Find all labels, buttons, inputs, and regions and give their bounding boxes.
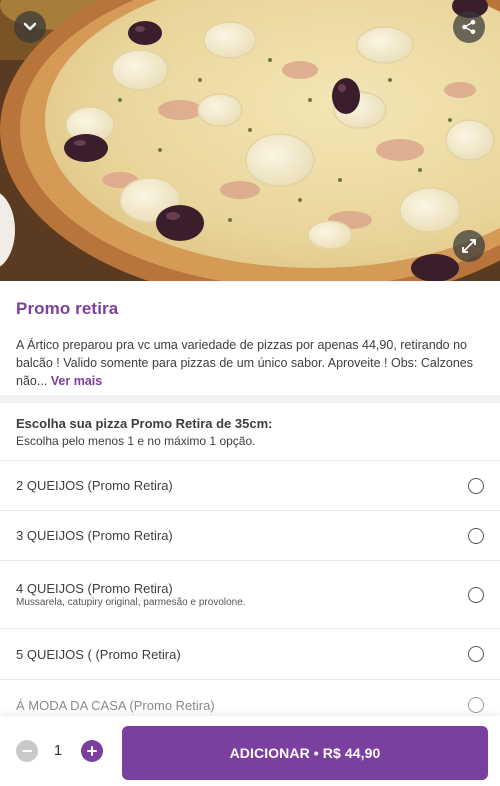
product-info: Promo retira A Ártico preparou pra vc um… (0, 281, 500, 395)
expand-image-button[interactable] (453, 230, 485, 262)
option-group-title: Escolha sua pizza Promo Retira de 35cm: (16, 416, 273, 431)
back-button[interactable] (14, 11, 46, 43)
option-text: 2 QUEIJOS (Promo Retira) (16, 478, 173, 493)
expand-icon (462, 239, 476, 253)
product-description: A Ártico preparou pra vc uma variedade d… (16, 336, 484, 390)
option-text: Á MODA DA CASA (Promo Retira) (16, 698, 215, 713)
option-group-subtitle: Escolha pelo menos 1 e no máximo 1 opção… (16, 434, 256, 448)
product-image (0, 0, 500, 281)
plus-icon (87, 746, 97, 756)
option-text: 4 QUEIJOS (Promo Retira) Mussarela, catu… (16, 581, 246, 608)
option-radio[interactable] (468, 527, 484, 544)
option-item-5-queijos[interactable]: 5 QUEIJOS ( (Promo Retira) (0, 629, 500, 680)
minus-icon (22, 750, 32, 752)
option-description: Mussarela, catupiry original, parmesão e… (16, 597, 246, 608)
option-radio[interactable] (468, 646, 484, 662)
option-item-4-queijos[interactable]: 4 QUEIJOS (Promo Retira) Mussarela, catu… (0, 561, 500, 629)
bottom-action-bar: 1 ADICIONAR • R$ 44,90 (0, 716, 500, 786)
pizza-illustration (0, 0, 500, 281)
option-name: Á MODA DA CASA (Promo Retira) (16, 697, 215, 713)
option-name: 5 QUEIJOS ( (Promo Retira) (16, 646, 181, 662)
quantity-increase-button[interactable] (81, 740, 103, 762)
option-name: 3 QUEIJOS (Promo Retira) (16, 528, 173, 543)
quantity-value: 1 (53, 742, 63, 759)
option-radio[interactable] (468, 586, 484, 603)
option-name: 4 QUEIJOS (Promo Retira) (16, 581, 173, 596)
share-icon (462, 19, 476, 35)
section-divider (0, 395, 500, 403)
option-item-3-queijos[interactable]: 3 QUEIJOS (Promo Retira) (0, 511, 500, 561)
option-radio[interactable] (468, 477, 484, 494)
option-group-header: Escolha sua pizza Promo Retira de 35cm: … (0, 403, 500, 461)
option-text: 3 QUEIJOS (Promo Retira) (16, 528, 173, 543)
quantity-decrease-button[interactable] (16, 740, 38, 762)
product-detail-page: Promo retira A Ártico preparou pra vc um… (0, 0, 500, 786)
option-name: 2 QUEIJOS (Promo Retira) (16, 478, 173, 493)
chevron-down-icon (23, 22, 37, 31)
option-item-2-queijos[interactable]: 2 QUEIJOS (Promo Retira) (0, 461, 500, 511)
share-button[interactable] (453, 11, 485, 43)
option-radio[interactable] (468, 697, 484, 713)
add-to-cart-button[interactable]: ADICIONAR • R$ 44,90 (122, 726, 488, 780)
option-text: 5 QUEIJOS ( (Promo Retira) (16, 647, 181, 662)
product-title: Promo retira (16, 299, 119, 318)
see-more-link[interactable]: Ver mais (51, 374, 102, 388)
